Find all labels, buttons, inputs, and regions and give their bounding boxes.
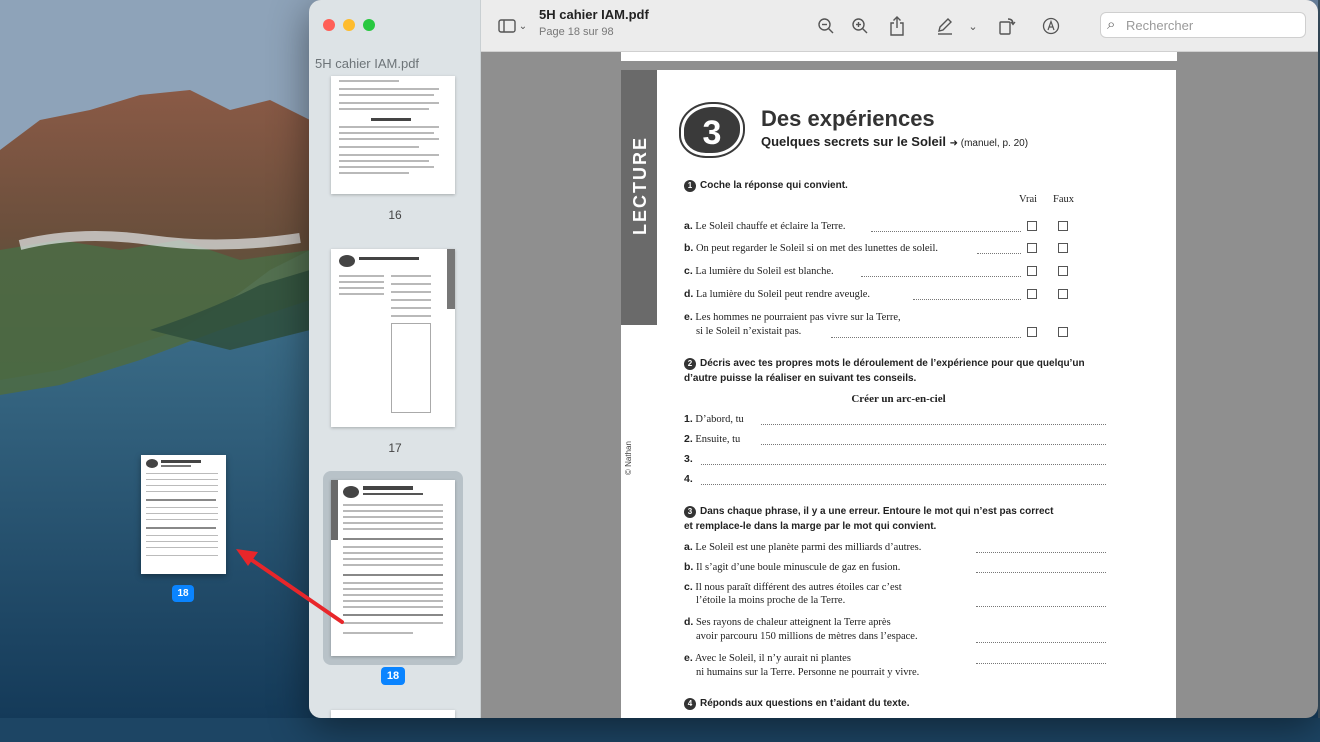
question-2-instruction-line2: d’autre puisse la réaliser en suivant te… (684, 373, 917, 384)
q1-item-b: b. On peut regarder le Soleil si on met … (684, 242, 938, 254)
thumbnail-label-18: 18 (381, 667, 405, 685)
minimize-window-button[interactable] (343, 19, 355, 31)
q1-b-vrai-checkbox[interactable] (1027, 243, 1037, 253)
previous-page-edge (621, 52, 1177, 61)
page-indicator: Page 18 sur 98 (539, 26, 614, 38)
q1-c-faux-checkbox[interactable] (1058, 266, 1068, 276)
q3-b-margin-answer[interactable] (976, 572, 1106, 573)
q1-c-vrai-checkbox[interactable] (1027, 266, 1037, 276)
q3-item-c-line2: l’étoile la moins proche de la Terre. (696, 595, 846, 606)
q2-answer-line-1[interactable] (761, 424, 1106, 425)
q3-d-margin-answer[interactable] (976, 642, 1106, 643)
section-band-label: LECTURE (630, 136, 650, 235)
page-thumbnail-16[interactable] (331, 76, 455, 194)
column-faux: Faux (1053, 194, 1074, 205)
thumbnail-label-16: 16 (388, 208, 402, 222)
q3-item-c: c. Il nous paraît différent des autres é… (684, 581, 902, 593)
page-subtitle: Quelques secrets sur le Soleil ➜ (manuel… (761, 134, 1028, 149)
q2-answer-line-3[interactable] (701, 464, 1106, 465)
subtitle-text: Quelques secrets sur le Soleil (761, 134, 946, 149)
chevron-down-icon[interactable]: ⌄ (517, 13, 529, 39)
chapter-number-badge: 3 (681, 104, 743, 156)
q3-c-margin-answer[interactable] (976, 606, 1106, 607)
q3-item-d: d. Ses rayons de chaleur atteignent la T… (684, 616, 891, 628)
zoom-window-button[interactable] (363, 19, 375, 31)
q3-e-margin-answer[interactable] (976, 663, 1106, 664)
close-window-button[interactable] (323, 19, 335, 31)
q2-line-3: 3. (684, 453, 693, 465)
question-4-instruction: Réponds aux questions en t’aidant du tex… (700, 698, 910, 709)
annotate-icon[interactable] (1040, 13, 1062, 39)
search-icon: ⌕ (1107, 16, 1116, 33)
q3-a-margin-answer[interactable] (976, 552, 1106, 553)
window-controls (323, 19, 375, 31)
dragged-page-number-badge: 18 (172, 585, 194, 602)
question-3-instruction: Dans chaque phrase, il y a une erreur. E… (700, 506, 1054, 517)
question-3-instruction-line2: et remplace-le dans la marge par le mot … (684, 521, 937, 532)
page-thumbnail-19[interactable] (331, 710, 455, 718)
q1-d-vrai-checkbox[interactable] (1027, 289, 1037, 299)
q3-item-e: e. Avec le Soleil, il n’y aurait ni plan… (684, 652, 851, 664)
q2-line-4: 4. (684, 473, 693, 485)
column-vrai: Vrai (1019, 194, 1038, 205)
copyright-label: © Nathan (624, 441, 633, 475)
rotate-icon[interactable] (996, 13, 1018, 39)
question-2-number: 2 (684, 358, 696, 370)
subtitle-reference: ➜ (manuel, p. 20) (949, 138, 1029, 149)
search-input[interactable] (1126, 16, 1296, 34)
thumbnail-label-17: 17 (388, 441, 402, 455)
preview-window: 5H cahier IAM.pdf 16 17 18 ⌄ 5H cahier I… (309, 0, 1318, 718)
chevron-down-icon[interactable]: ⌄ (966, 13, 980, 39)
q3-item-b: b. Il s’agit d’une boule minuscule de ga… (684, 561, 901, 573)
question-2-heading: Créer un arc-en-ciel (851, 393, 946, 405)
page-title: Des expériences (761, 106, 935, 131)
markup-pen-icon[interactable] (934, 13, 956, 39)
sidebar-document-title: 5H cahier IAM.pdf (315, 56, 420, 71)
q1-item-a: a. Le Soleil chauffe et éclaire la Terre… (684, 220, 846, 232)
toolbar: ⌄ 5H cahier IAM.pdf Page 18 sur 98 ⌄ ⌕ (481, 0, 1318, 52)
page-thumbnail-18[interactable] (331, 480, 455, 656)
search-field[interactable]: ⌕ (1100, 12, 1306, 38)
q1-item-e-line2: si le Soleil n’existait pas. (696, 326, 802, 337)
question-1-instruction: Coche la réponse qui convient. (700, 180, 848, 191)
q1-a-faux-checkbox[interactable] (1058, 221, 1068, 231)
document-title: 5H cahier IAM.pdf (539, 7, 649, 22)
question-4: 4 Réponds aux questions en t’aidant du te… (684, 698, 909, 710)
page-thumbnail-17[interactable] (331, 249, 455, 427)
q1-e-faux-checkbox[interactable] (1058, 327, 1068, 337)
q2-answer-line-4[interactable] (701, 484, 1106, 485)
sidebar-toggle-icon[interactable] (497, 13, 517, 39)
q1-item-e: e. Les hommes ne pourraient pas vivre su… (684, 311, 901, 323)
q2-line-2: 2. Ensuite, tu (684, 433, 741, 445)
q1-item-c: c. La lumière du Soleil est blanche. (684, 265, 834, 277)
dragged-page-thumbnail[interactable] (141, 455, 226, 574)
q1-d-faux-checkbox[interactable] (1058, 289, 1068, 299)
q1-e-vrai-checkbox[interactable] (1027, 327, 1037, 337)
question-1-number: 1 (684, 180, 696, 192)
share-icon[interactable] (886, 13, 908, 39)
thumbnail-sidebar: 5H cahier IAM.pdf 16 17 18 (309, 0, 481, 718)
question-1: 1 Coche la réponse qui convient. (684, 180, 848, 192)
q3-item-d-line2: avoir parcouru 150 millions de mètres da… (696, 631, 918, 642)
question-2-instruction: Décris avec tes propres mots le déroulem… (700, 358, 1085, 369)
q1-b-faux-checkbox[interactable] (1058, 243, 1068, 253)
q3-item-a: a. Le Soleil est une planète parmi des m… (684, 541, 922, 553)
question-3-number: 3 (684, 506, 696, 518)
zoom-in-icon[interactable] (849, 13, 871, 39)
q2-answer-line-2[interactable] (761, 444, 1106, 445)
question-2: 2 Décris avec tes propres mots le déroule… (684, 358, 1085, 370)
question-4-number: 4 (684, 698, 696, 710)
q1-a-vrai-checkbox[interactable] (1027, 221, 1037, 231)
q1-item-d: d. La lumière du Soleil peut rendre aveu… (684, 288, 871, 300)
zoom-out-icon[interactable] (815, 13, 837, 39)
q3-item-e-line2: ni humains sur la Terre. Personne ne pou… (696, 667, 920, 678)
question-3: 3 Dans chaque phrase, il y a une erreur. … (684, 506, 1053, 518)
q2-line-1: 1. D’abord, tu (684, 413, 744, 425)
pdf-page: LECTURE © Nathan 3 Des expériences Quelq… (621, 70, 1176, 718)
